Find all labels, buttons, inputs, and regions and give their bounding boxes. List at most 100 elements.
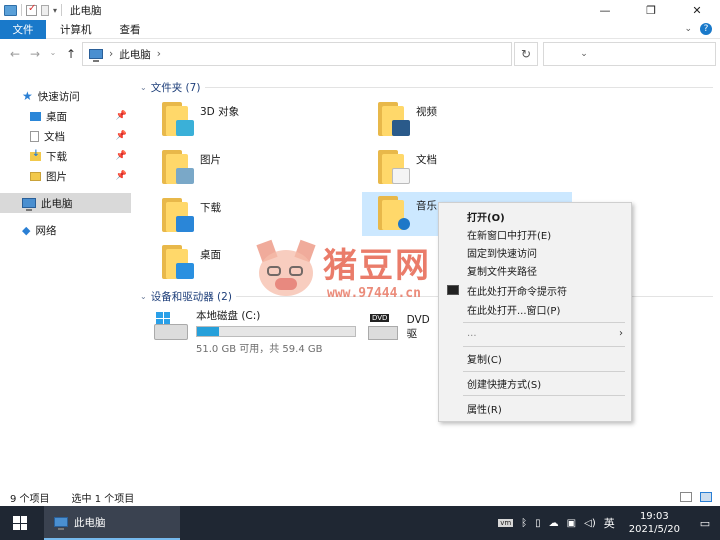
properties-icon[interactable] bbox=[26, 3, 37, 16]
menu-item-create-shortcut[interactable]: 创建快捷方式(S) bbox=[439, 374, 631, 392]
back-button[interactable]: ← bbox=[6, 47, 24, 61]
folder-downloads[interactable]: 下载 bbox=[146, 194, 356, 238]
breadcrumb-separator[interactable]: › bbox=[157, 48, 161, 60]
ribbon-tabs: 文件 计算机 查看 ⌄ ? bbox=[0, 19, 720, 39]
nav-item-documents[interactable]: 文档 📌 bbox=[30, 126, 131, 146]
document-icon bbox=[372, 148, 412, 188]
notification-icon[interactable]: ▭ bbox=[694, 517, 716, 530]
volume-icon[interactable]: ◁) bbox=[584, 518, 596, 529]
folder-desktop[interactable]: 桌面 bbox=[146, 241, 356, 285]
usb-icon[interactable]: ▯ bbox=[535, 518, 541, 529]
folder-videos[interactable]: 视频 bbox=[362, 98, 572, 142]
menu-item-open[interactable]: 打开(O) bbox=[439, 207, 631, 225]
nav-item-label: 文档 bbox=[44, 130, 65, 143]
pc-icon bbox=[89, 49, 103, 62]
nav-item-label: 图片 bbox=[46, 170, 67, 183]
menu-item-submenu[interactable]: ... › bbox=[439, 324, 631, 342]
nav-item-quick-access[interactable]: ★ 快速访问 bbox=[22, 86, 131, 106]
address-bar[interactable]: › 此电脑 › ⌄ bbox=[82, 42, 588, 66]
drive-c[interactable]: 本地磁盘 (C:) 51.0 GB 可用，共 59.4 GB bbox=[146, 306, 386, 355]
maximize-icon: ❐ bbox=[646, 3, 656, 17]
breadcrumb-separator[interactable]: › bbox=[109, 48, 113, 60]
network-icon: ◆ bbox=[22, 223, 31, 237]
menu-item-open-window[interactable]: 在此处打开...窗口(P) bbox=[439, 300, 631, 318]
tab-view[interactable]: 查看 bbox=[106, 20, 155, 39]
drive-label: DVD 驱 bbox=[406, 314, 430, 340]
breadcrumb-this-pc[interactable]: 此电脑 bbox=[119, 47, 151, 62]
refresh-button[interactable]: ↻ bbox=[514, 42, 538, 66]
nav-item-downloads[interactable]: 下载 📌 bbox=[30, 146, 131, 166]
recent-dropdown[interactable]: ⌄ bbox=[44, 48, 62, 57]
drives-section-header[interactable]: ⌄ 设备和驱动器 (2) bbox=[140, 289, 232, 303]
maximize-button[interactable]: ❐ bbox=[628, 0, 674, 20]
menu-item-properties[interactable]: 属性(R) bbox=[439, 399, 631, 417]
watermark-url: www.97444.cn bbox=[327, 286, 421, 301]
status-bar: 9 个项目 选中 1 个项目 bbox=[0, 488, 720, 506]
menu-item-copy[interactable]: 复制(C) bbox=[439, 349, 631, 367]
menu-item-copy-path[interactable]: 复制文件夹路径 bbox=[439, 261, 631, 279]
bluetooth-icon[interactable]: ᛒ bbox=[521, 518, 527, 529]
pin-icon[interactable]: 📌 bbox=[116, 171, 127, 181]
folder-documents[interactable]: 文档 bbox=[362, 146, 572, 190]
menu-item-open-new-window[interactable]: 在新窗口中打开(E) bbox=[439, 225, 631, 243]
forward-button[interactable]: → bbox=[26, 47, 44, 61]
toolbar-divider bbox=[61, 4, 63, 16]
chevron-down-icon: ⌄ bbox=[49, 48, 57, 57]
context-menu: 打开(O) 在新窗口中打开(E) 固定到快速访问 复制文件夹路径 在此处打开命令… bbox=[438, 202, 632, 422]
view-switcher bbox=[680, 492, 720, 502]
up-button[interactable]: ↑ bbox=[62, 47, 80, 61]
nav-item-pictures[interactable]: 图片 📌 bbox=[30, 166, 131, 186]
folders-section-header[interactable]: ⌄ 文件夹 (7) bbox=[140, 80, 200, 94]
ime-indicator[interactable]: 英 bbox=[604, 515, 615, 531]
taskbar-item-this-pc[interactable]: 此电脑 bbox=[44, 506, 180, 540]
vm-tools-icon[interactable]: vm bbox=[498, 519, 514, 527]
folder-pictures[interactable]: 图片 bbox=[146, 146, 356, 190]
music-icon bbox=[372, 194, 412, 234]
back-arrow-icon: ← bbox=[9, 47, 21, 61]
navigation-bar: ← → ⌄ ↑ › 此电脑 › ⌄ ↻ bbox=[0, 39, 720, 71]
document-icon bbox=[30, 130, 39, 142]
network-icon[interactable]: ▣ bbox=[567, 518, 576, 529]
start-button[interactable] bbox=[0, 506, 40, 540]
pin-icon[interactable]: 📌 bbox=[116, 151, 127, 161]
menu-item-open-cmd[interactable]: 在此处打开命令提示符 bbox=[439, 281, 631, 299]
search-input[interactable] bbox=[543, 42, 716, 66]
forward-arrow-icon: → bbox=[29, 47, 41, 61]
nav-item-network[interactable]: ◆ 网络 bbox=[22, 220, 131, 240]
section-title: 设备和驱动器 (2) bbox=[150, 290, 232, 303]
windows-logo-icon bbox=[156, 312, 170, 324]
folder-3d-objects[interactable]: 3D 对象 bbox=[146, 98, 356, 142]
navigation-pane: ★ 快速访问 桌面 📌 文档 📌 下载 📌 图片 📌 此电脑 ◆ 网络 bbox=[0, 80, 131, 480]
menu-divider bbox=[463, 322, 625, 323]
help-icon[interactable]: ? bbox=[700, 23, 712, 35]
tab-file[interactable]: 文件 bbox=[0, 19, 46, 39]
folder-label: 文档 bbox=[416, 154, 437, 166]
chevron-down-icon: ⌄ bbox=[140, 82, 147, 92]
details-view-icon[interactable] bbox=[680, 492, 692, 502]
nav-item-label: 快速访问 bbox=[37, 90, 80, 103]
pin-icon[interactable]: 📌 bbox=[116, 131, 127, 141]
clock-date: 2021/5/20 bbox=[628, 524, 680, 535]
cloud-icon[interactable]: ☁ bbox=[549, 518, 559, 529]
window-title: 此电脑 bbox=[70, 4, 102, 17]
menu-item-pin-quick-access[interactable]: 固定到快速访问 bbox=[439, 243, 631, 261]
minimize-button[interactable]: — bbox=[582, 0, 628, 20]
desktop-icon bbox=[30, 111, 41, 121]
folder-label: 桌面 bbox=[200, 249, 221, 261]
customize-dropdown-icon[interactable]: ▾ bbox=[53, 6, 57, 15]
dvd-drive-icon: DVD bbox=[368, 312, 401, 342]
drive-size: 51.0 GB 可用，共 59.4 GB bbox=[196, 344, 323, 355]
toolbar-divider bbox=[21, 4, 22, 16]
clock[interactable]: 19:03 2021/5/20 bbox=[629, 510, 680, 536]
nav-item-desktop[interactable]: 桌面 📌 bbox=[30, 106, 131, 126]
pin-icon[interactable]: 📌 bbox=[116, 111, 127, 121]
nav-item-this-pc[interactable]: 此电脑 bbox=[0, 193, 131, 213]
folder-label: 3D 对象 bbox=[200, 106, 240, 118]
folder-label: 音乐 bbox=[416, 200, 437, 212]
expand-ribbon-icon[interactable]: ⌄ bbox=[684, 24, 692, 34]
new-folder-icon[interactable] bbox=[41, 4, 49, 16]
drive-dvd[interactable]: DVD DVD 驱 bbox=[362, 306, 442, 350]
tiles-view-icon[interactable] bbox=[700, 492, 712, 502]
tab-computer[interactable]: 计算机 bbox=[46, 20, 106, 39]
close-button[interactable]: ✕ bbox=[674, 0, 720, 20]
